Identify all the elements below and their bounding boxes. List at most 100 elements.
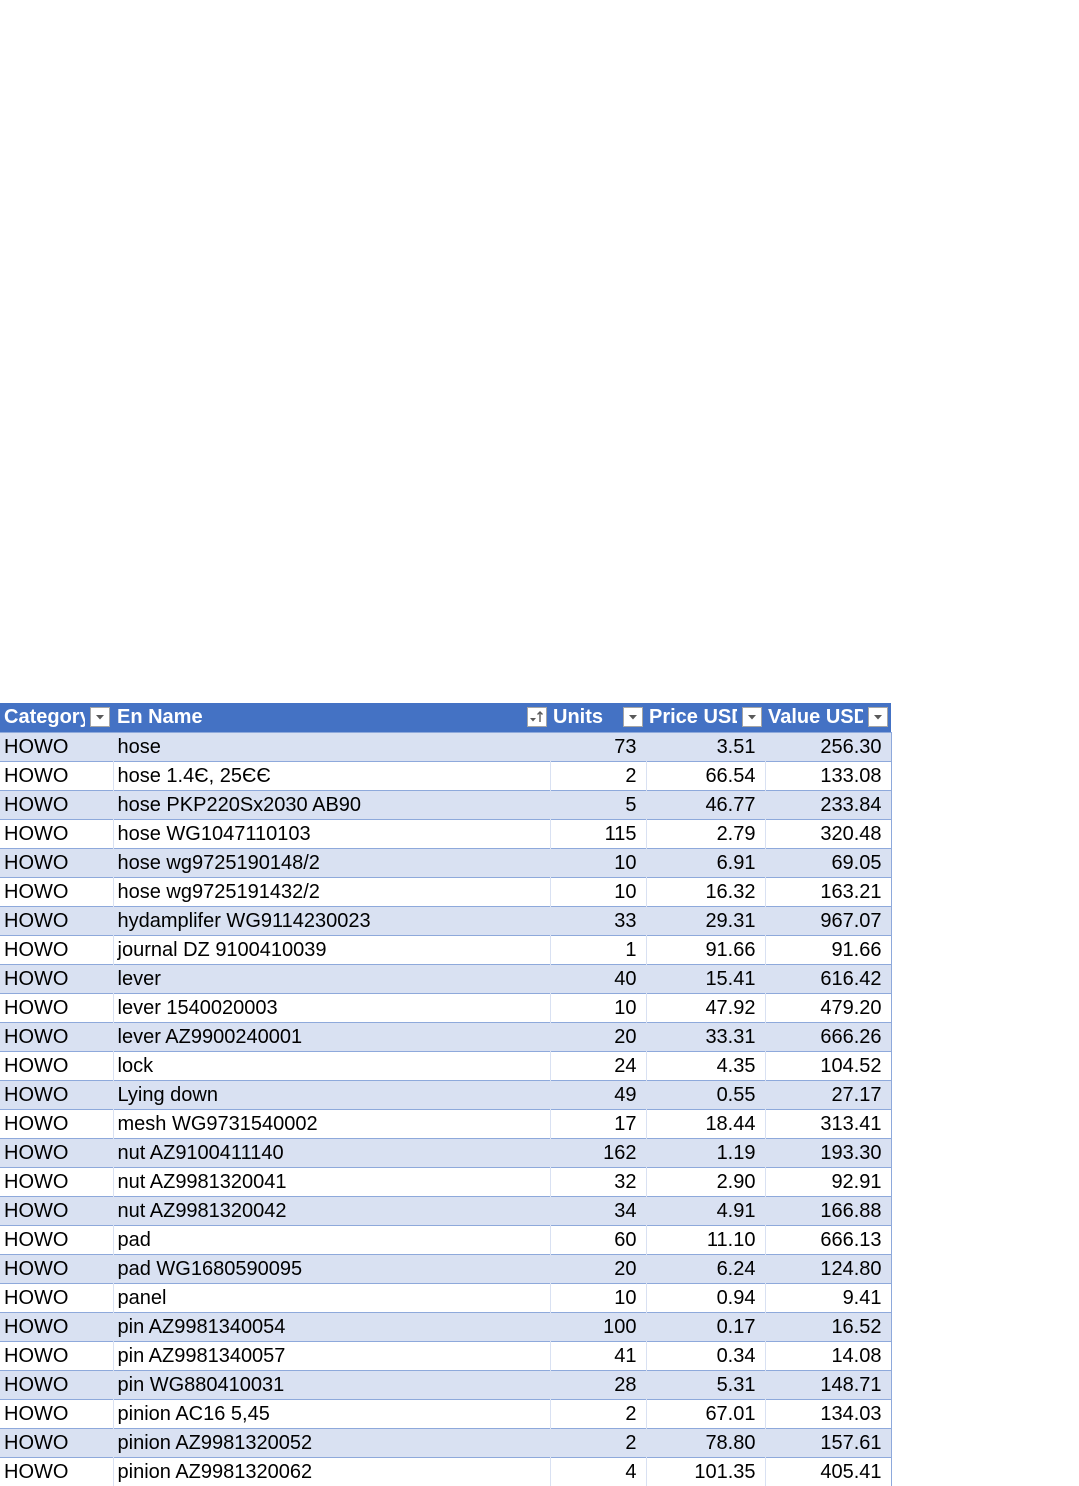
cell-value[interactable]: 233.84 — [765, 791, 891, 820]
cell-price[interactable]: 0.17 — [646, 1313, 765, 1342]
cell-value[interactable]: 163.21 — [765, 878, 891, 907]
sort-filter-button[interactable] — [527, 707, 547, 727]
cell-category[interactable]: HOWO — [0, 1284, 113, 1313]
cell-price[interactable]: 0.94 — [646, 1284, 765, 1313]
cell-name[interactable]: pinion AZ9981320052 — [113, 1429, 550, 1458]
cell-category[interactable]: HOWO — [0, 1110, 113, 1139]
cell-name[interactable]: lock — [113, 1052, 550, 1081]
cell-units[interactable]: 162 — [550, 1139, 646, 1168]
cell-price[interactable]: 67.01 — [646, 1400, 765, 1429]
cell-value[interactable]: 14.08 — [765, 1342, 891, 1371]
cell-category[interactable]: HOWO — [0, 791, 113, 820]
cell-price[interactable]: 4.91 — [646, 1197, 765, 1226]
cell-units[interactable]: 32 — [550, 1168, 646, 1197]
column-header-name[interactable]: En Name — [113, 703, 550, 733]
cell-name[interactable]: pin AZ9981340057 — [113, 1342, 550, 1371]
cell-price[interactable]: 6.91 — [646, 849, 765, 878]
cell-name[interactable]: pinion AC16 5,45 — [113, 1400, 550, 1429]
cell-price[interactable]: 4.35 — [646, 1052, 765, 1081]
cell-name[interactable]: hose WG1047110103 — [113, 820, 550, 849]
filter-dropdown-button[interactable] — [90, 707, 110, 727]
cell-units[interactable]: 20 — [550, 1023, 646, 1052]
cell-price[interactable]: 101.35 — [646, 1458, 765, 1486]
cell-units[interactable]: 20 — [550, 1255, 646, 1284]
cell-units[interactable]: 33 — [550, 907, 646, 936]
cell-value[interactable]: 124.80 — [765, 1255, 891, 1284]
cell-value[interactable]: 16.52 — [765, 1313, 891, 1342]
cell-category[interactable]: HOWO — [0, 936, 113, 965]
cell-units[interactable]: 73 — [550, 733, 646, 762]
cell-price[interactable]: 11.10 — [646, 1226, 765, 1255]
cell-category[interactable]: HOWO — [0, 1458, 113, 1486]
cell-units[interactable]: 49 — [550, 1081, 646, 1110]
cell-name[interactable]: nut AZ9981320042 — [113, 1197, 550, 1226]
cell-value[interactable]: 148.71 — [765, 1371, 891, 1400]
cell-name[interactable]: hose PKP220Sx2030 AB90 — [113, 791, 550, 820]
cell-units[interactable]: 17 — [550, 1110, 646, 1139]
cell-value[interactable]: 666.26 — [765, 1023, 891, 1052]
cell-category[interactable]: HOWO — [0, 733, 113, 762]
cell-units[interactable]: 60 — [550, 1226, 646, 1255]
cell-value[interactable]: 967.07 — [765, 907, 891, 936]
cell-name[interactable]: lever — [113, 965, 550, 994]
cell-units[interactable]: 115 — [550, 820, 646, 849]
cell-category[interactable]: HOWO — [0, 1429, 113, 1458]
cell-name[interactable]: lever AZ9900240001 — [113, 1023, 550, 1052]
cell-name[interactable]: hose wg9725191432/2 — [113, 878, 550, 907]
cell-price[interactable]: 66.54 — [646, 762, 765, 791]
cell-name[interactable]: panel — [113, 1284, 550, 1313]
cell-units[interactable]: 5 — [550, 791, 646, 820]
cell-price[interactable]: 18.44 — [646, 1110, 765, 1139]
column-header-units[interactable]: Units — [550, 703, 646, 733]
column-header-value[interactable]: Value USD — [765, 703, 891, 733]
cell-price[interactable]: 47.92 — [646, 994, 765, 1023]
cell-value[interactable]: 104.52 — [765, 1052, 891, 1081]
cell-name[interactable]: hose — [113, 733, 550, 762]
cell-category[interactable]: HOWO — [0, 1081, 113, 1110]
cell-value[interactable]: 134.03 — [765, 1400, 891, 1429]
cell-units[interactable]: 2 — [550, 1400, 646, 1429]
column-header-category[interactable]: Category — [0, 703, 113, 733]
cell-units[interactable]: 10 — [550, 1284, 646, 1313]
cell-category[interactable]: HOWO — [0, 878, 113, 907]
filter-dropdown-button[interactable] — [623, 707, 643, 727]
cell-price[interactable]: 29.31 — [646, 907, 765, 936]
cell-units[interactable]: 10 — [550, 849, 646, 878]
cell-price[interactable]: 1.19 — [646, 1139, 765, 1168]
cell-category[interactable]: HOWO — [0, 1400, 113, 1429]
cell-value[interactable]: 69.05 — [765, 849, 891, 878]
cell-value[interactable]: 405.41 — [765, 1458, 891, 1486]
cell-name[interactable]: pin AZ9981340054 — [113, 1313, 550, 1342]
cell-value[interactable]: 166.88 — [765, 1197, 891, 1226]
cell-units[interactable]: 40 — [550, 965, 646, 994]
cell-name[interactable]: lever 1540020003 — [113, 994, 550, 1023]
cell-name[interactable]: mesh WG9731540002 — [113, 1110, 550, 1139]
cell-price[interactable]: 46.77 — [646, 791, 765, 820]
filter-dropdown-button[interactable] — [742, 707, 762, 727]
cell-value[interactable]: 256.30 — [765, 733, 891, 762]
cell-name[interactable]: Lying down — [113, 1081, 550, 1110]
cell-price[interactable]: 0.55 — [646, 1081, 765, 1110]
cell-units[interactable]: 2 — [550, 762, 646, 791]
cell-category[interactable]: HOWO — [0, 1052, 113, 1081]
cell-price[interactable]: 2.79 — [646, 820, 765, 849]
cell-name[interactable]: nut AZ9100411140 — [113, 1139, 550, 1168]
cell-category[interactable]: HOWO — [0, 820, 113, 849]
cell-category[interactable]: HOWO — [0, 1226, 113, 1255]
cell-category[interactable]: HOWO — [0, 1197, 113, 1226]
cell-name[interactable]: journal DZ 9100410039 — [113, 936, 550, 965]
cell-value[interactable]: 9.41 — [765, 1284, 891, 1313]
cell-category[interactable]: HOWO — [0, 965, 113, 994]
cell-price[interactable]: 91.66 — [646, 936, 765, 965]
cell-value[interactable]: 133.08 — [765, 762, 891, 791]
cell-name[interactable]: pad WG1680590095 — [113, 1255, 550, 1284]
cell-name[interactable]: pin WG880410031 — [113, 1371, 550, 1400]
cell-units[interactable]: 41 — [550, 1342, 646, 1371]
cell-value[interactable]: 27.17 — [765, 1081, 891, 1110]
cell-units[interactable]: 24 — [550, 1052, 646, 1081]
cell-value[interactable]: 313.41 — [765, 1110, 891, 1139]
cell-units[interactable]: 1 — [550, 936, 646, 965]
cell-category[interactable]: HOWO — [0, 1023, 113, 1052]
cell-units[interactable]: 4 — [550, 1458, 646, 1486]
cell-units[interactable]: 2 — [550, 1429, 646, 1458]
